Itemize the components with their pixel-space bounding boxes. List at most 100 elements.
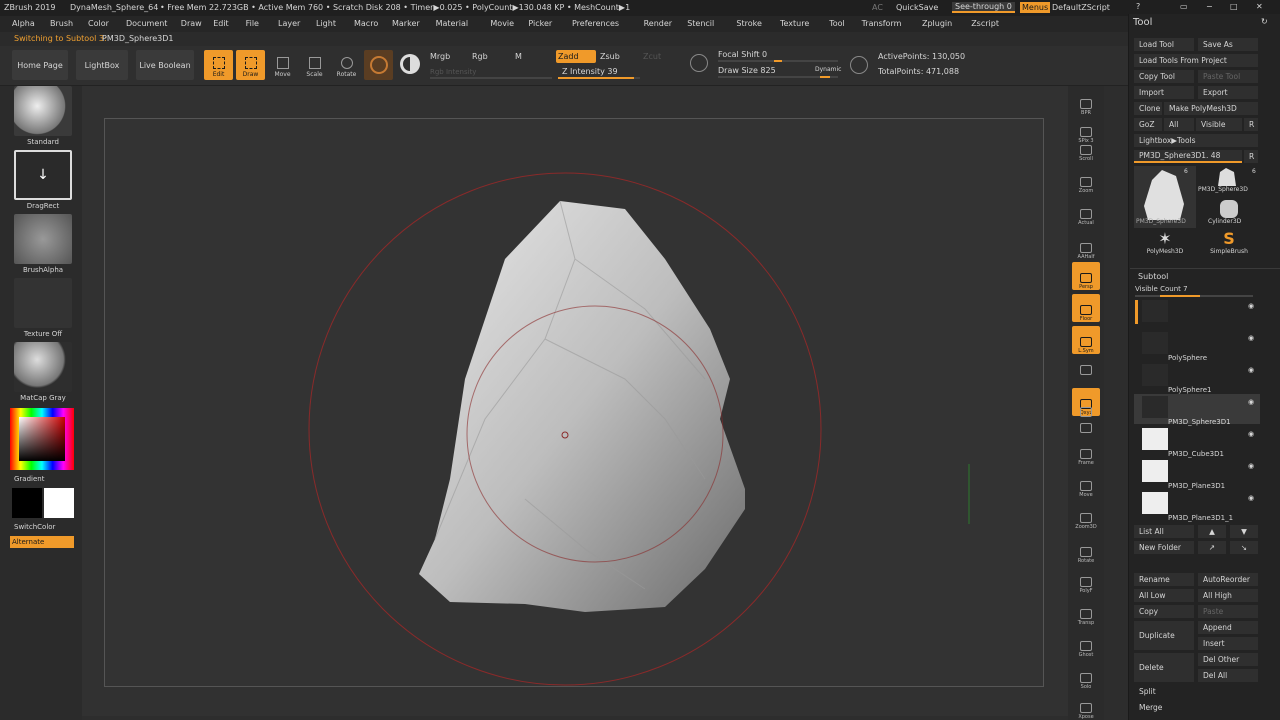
tool-thumb-polymesh3d[interactable]: ✶ PolyMesh3D: [1134, 230, 1196, 260]
move-down-icon[interactable]: ▼: [1230, 525, 1258, 538]
menu-preferences[interactable]: Preferences: [572, 19, 619, 28]
menu-file[interactable]: File: [246, 19, 259, 28]
insert-button[interactable]: Insert: [1198, 637, 1258, 650]
all-low-button[interactable]: All Low: [1134, 589, 1194, 602]
menu-alpha[interactable]: Alpha: [12, 19, 35, 28]
secondary-color-swatch[interactable]: [12, 488, 42, 518]
import-button[interactable]: Import: [1134, 86, 1194, 99]
shelf-icon-11[interactable]: [1072, 404, 1100, 418]
menu-render[interactable]: Render: [644, 19, 672, 28]
current-tool-r-button[interactable]: R: [1244, 150, 1258, 163]
home-page-button[interactable]: Home Page: [12, 50, 68, 80]
draw-size-slider[interactable]: Draw Size 825: [718, 66, 776, 75]
menu-texture[interactable]: Texture: [780, 19, 809, 28]
shelf-icon-9[interactable]: [1072, 362, 1100, 376]
shelf-persp[interactable]: Persp: [1072, 262, 1100, 290]
maximize-icon[interactable]: □: [1230, 2, 1238, 11]
menu-zscript[interactable]: Zscript: [971, 19, 999, 28]
menu-macro[interactable]: Macro: [354, 19, 378, 28]
material-selector[interactable]: MatCap Gray: [14, 342, 72, 402]
visibility-eye-icon[interactable]: ◉: [1248, 430, 1254, 438]
edit-button[interactable]: Edit: [204, 50, 233, 80]
quicksave-button[interactable]: QuickSave: [896, 3, 938, 12]
menu-light[interactable]: Light: [316, 19, 336, 28]
shelf-xpose[interactable]: Xpose: [1072, 692, 1100, 720]
dynamic-toggle[interactable]: Dynamic: [815, 66, 841, 73]
shelf-scroll[interactable]: Scroll: [1072, 134, 1100, 162]
shelf-rotate[interactable]: Rotate: [1072, 536, 1100, 564]
menu-stroke[interactable]: Stroke: [736, 19, 762, 28]
stroke-selector[interactable]: ↓ DragRect: [14, 150, 72, 210]
shelf-frame[interactable]: Frame: [1072, 438, 1100, 466]
menu-layer[interactable]: Layer: [278, 19, 300, 28]
visibility-eye-icon[interactable]: ◉: [1248, 494, 1254, 502]
menu-edit[interactable]: Edit: [213, 19, 229, 28]
new-folder-button[interactable]: New Folder: [1134, 541, 1194, 554]
lightbox-button[interactable]: LightBox: [76, 50, 128, 80]
merge-button[interactable]: Merge: [1134, 701, 1258, 714]
tool-thumb-pm3d-sphere[interactable]: 6 PM3D_Sphere3D: [1198, 166, 1260, 196]
draw-button[interactable]: Draw: [236, 50, 265, 80]
load-tool-button[interactable]: Load Tool: [1134, 38, 1194, 51]
shelf-solo[interactable]: Solo: [1072, 662, 1100, 690]
subtool-section-title[interactable]: Subtool: [1138, 272, 1168, 281]
visibility-eye-icon[interactable]: ◉: [1248, 334, 1254, 342]
goz-r-button[interactable]: R: [1244, 118, 1258, 131]
zadd-button[interactable]: Zadd: [556, 50, 596, 63]
del-all-button[interactable]: Del All: [1198, 669, 1258, 682]
color-picker[interactable]: [10, 408, 74, 470]
load-tools-from-project-button[interactable]: Load Tools From Project: [1134, 54, 1258, 67]
menu-brush[interactable]: Brush: [50, 19, 73, 28]
append-button[interactable]: Append: [1198, 621, 1258, 634]
primary-color-swatch[interactable]: [44, 488, 74, 518]
sculpted-rock-mesh[interactable]: [419, 201, 745, 612]
menus-toggle[interactable]: Menus: [1020, 2, 1051, 13]
mrgb-button[interactable]: Mrgb: [430, 52, 450, 61]
alpha-selector[interactable]: BrushAlpha: [14, 214, 72, 274]
shelf-ghost[interactable]: Ghost: [1072, 630, 1100, 658]
shelf-l-sym[interactable]: L.Sym: [1072, 326, 1100, 354]
menu-document[interactable]: Document: [126, 19, 167, 28]
shelf-floor[interactable]: Floor: [1072, 294, 1100, 322]
move-up-icon[interactable]: ▲: [1198, 525, 1226, 538]
move-button[interactable]: Move: [268, 50, 297, 80]
default-zscript-button[interactable]: DefaultZScript: [1052, 3, 1110, 12]
lightbox-tools-button[interactable]: Lightbox▶Tools: [1134, 134, 1258, 147]
brush-selector[interactable]: Standard: [14, 86, 72, 146]
shelf-actual[interactable]: Actual: [1072, 198, 1100, 226]
subtool-row[interactable]: PM3D_Plane3D1_1 ◉: [1134, 490, 1260, 522]
rgb-button[interactable]: Rgb: [472, 52, 488, 61]
goz-all-button[interactable]: All: [1164, 118, 1194, 131]
tool-thumb-simplebrush[interactable]: S SimpleBrush: [1198, 230, 1260, 260]
alternate-button[interactable]: Alternate: [10, 536, 74, 548]
delete-button[interactable]: Delete: [1134, 653, 1194, 682]
subtool-row[interactable]: PolySphere ◉: [1134, 330, 1260, 362]
paste-tool-button[interactable]: Paste Tool: [1198, 70, 1258, 83]
scale-button[interactable]: Scale: [300, 50, 329, 80]
panel-swap-icon[interactable]: ↻: [1261, 17, 1268, 26]
switchcolor-button[interactable]: SwitchColor: [14, 523, 55, 531]
current-tool-slider[interactable]: PM3D_Sphere3D1. 48: [1134, 150, 1242, 163]
shelf-zoom3d[interactable]: Zoom3D: [1072, 502, 1100, 530]
color-mode-icon[interactable]: [400, 54, 420, 74]
shelf-zoom[interactable]: Zoom: [1072, 166, 1100, 194]
shelf-bpr[interactable]: BPR: [1072, 88, 1100, 116]
menu-color[interactable]: Color: [88, 19, 109, 28]
minimize-icon[interactable]: −: [1206, 2, 1213, 11]
subtool-row[interactable]: PM3D_Cube3D1 ◉: [1134, 426, 1260, 458]
paste-button[interactable]: Paste: [1198, 605, 1258, 618]
visibility-eye-icon[interactable]: ◉: [1248, 398, 1254, 406]
list-all-button[interactable]: List All: [1134, 525, 1194, 538]
subtool-row[interactable]: ◉: [1134, 298, 1260, 328]
menu-marker[interactable]: Marker: [392, 19, 420, 28]
see-through-slider[interactable]: See-through 0: [952, 2, 1015, 13]
visibility-eye-icon[interactable]: ◉: [1248, 302, 1254, 310]
subtool-row[interactable]: PolySphere1 ◉: [1134, 362, 1260, 394]
make-polymesh-button[interactable]: Make PolyMesh3D: [1164, 102, 1258, 115]
close-icon[interactable]: ✕: [1256, 2, 1263, 11]
visibility-eye-icon[interactable]: ◉: [1248, 462, 1254, 470]
rotate-button[interactable]: Rotate: [332, 50, 361, 80]
save-as-button[interactable]: Save As: [1198, 38, 1258, 51]
del-other-button[interactable]: Del Other: [1198, 653, 1258, 666]
arrow-down-right-icon[interactable]: ↘: [1230, 541, 1258, 554]
